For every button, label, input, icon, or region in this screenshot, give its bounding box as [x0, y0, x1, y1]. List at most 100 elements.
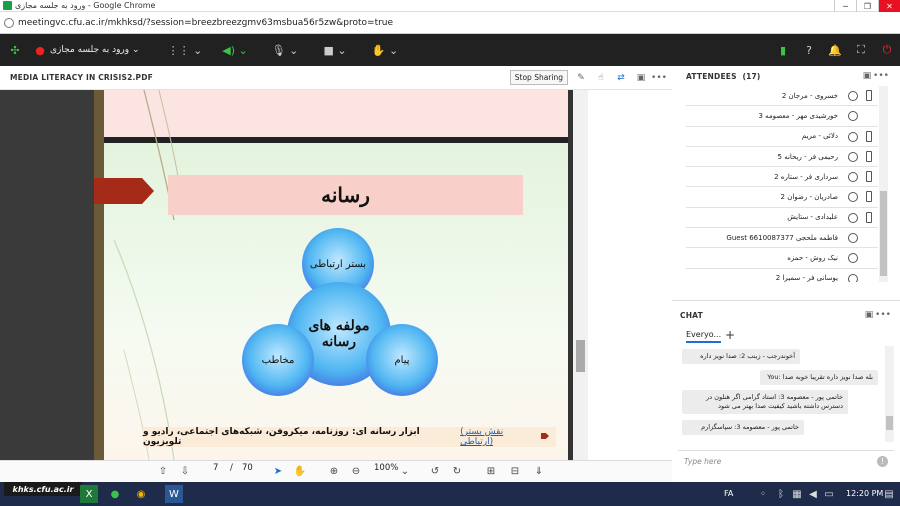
- attendee-name: سرداری فر - ستاره 2: [774, 172, 838, 181]
- attendee-row[interactable]: خسروی - مرجان 2: [686, 86, 878, 107]
- phone-icon: [866, 130, 872, 142]
- chat-tab-everyone[interactable]: Everyo...: [686, 330, 722, 343]
- attendee-row[interactable]: یوسانی فر - سمیرا 2: [686, 269, 878, 282]
- connection-signal-icon: ▮: [779, 43, 787, 57]
- attendees-title: ATTENDEES: [686, 71, 737, 81]
- pointer-icon[interactable]: ☝: [594, 71, 608, 85]
- chat-title: CHAT: [680, 310, 703, 320]
- pencil-icon[interactable]: ✎: [574, 71, 588, 85]
- input-language[interactable]: FA: [724, 489, 733, 498]
- chat-input[interactable]: Type here !: [678, 450, 894, 472]
- attendee-name: دلائی - مریم: [801, 132, 838, 141]
- attendee-row[interactable]: نیک روش - حمزه: [686, 248, 878, 269]
- meeting-menu[interactable]: ورود به جلسه مجازی ⌄: [50, 34, 160, 66]
- attendee-name: Guest فاطمه ملحجی 6610087377: [726, 233, 838, 242]
- add-chat-tab-icon[interactable]: +: [725, 328, 735, 342]
- maximize-icon[interactable]: ▣: [634, 71, 648, 85]
- rotate-right-icon[interactable]: ↻: [450, 464, 464, 478]
- attendees-header: ATTENDEES (17) ▣ •••: [686, 66, 889, 86]
- power-icon[interactable]: ⏻: [874, 34, 900, 66]
- address-bar[interactable]: meetingvc.cfu.ac.ir/mkhksd/?session=bree…: [0, 12, 900, 34]
- media-panel-title: MEDIA LITERACY IN CRISIS2.PDF: [10, 73, 154, 82]
- action-center-icon[interactable]: ▤: [880, 485, 898, 503]
- zoom-dropdown-icon[interactable]: ⌄: [398, 464, 412, 478]
- page-down-icon[interactable]: ⇩: [178, 464, 192, 478]
- chrome-icon[interactable]: ◉: [132, 485, 150, 503]
- current-page[interactable]: 7: [213, 463, 218, 473]
- url-text: meetingvc.cfu.ac.ir/mkhksd/?session=bree…: [18, 17, 394, 28]
- more-options-icon[interactable]: •••: [873, 69, 889, 83]
- attendees-list: خسروی - مرجان 2 خورشیدی مهر - معصومه 3 دلا…: [686, 86, 878, 282]
- camera-icon[interactable]: ■ ⌄: [310, 34, 360, 66]
- speaker-icon[interactable]: ◀) ⌄: [210, 34, 260, 66]
- tray-icon[interactable]: ◦: [754, 485, 772, 503]
- microphone-icon[interactable]: 🎙 ⌄: [260, 34, 310, 66]
- chat-message: آخوندرجب - زینب 2: صدا نویز داره: [682, 349, 800, 364]
- chat-scrollbar-thumb[interactable]: [886, 416, 893, 430]
- slide-footnote: ابزار رسانه ای: روزنامه، میکروفن، شبکه‌ه…: [143, 427, 556, 447]
- chat-scrollbar[interactable]: [885, 346, 894, 442]
- slide-arrow-shape: [94, 178, 154, 204]
- chat-messages: آخوندرجب - زینب 2: صدا نویز داره You: بل…: [680, 346, 884, 442]
- pointer-tool-icon[interactable]: ➤: [271, 464, 285, 478]
- rotate-left-icon[interactable]: ↺: [428, 464, 442, 478]
- meeting-label: ورود به جلسه مجازی: [50, 45, 130, 55]
- footnote-link[interactable]: (نقش بستر ارتباطی): [460, 427, 538, 447]
- attendees-scrollbar-thumb[interactable]: [880, 191, 887, 276]
- word-icon[interactable]: W: [165, 485, 183, 503]
- notifications-icon[interactable]: 🔔: [822, 34, 848, 66]
- fit-page-icon[interactable]: ⊞: [484, 464, 498, 478]
- attendees-count: (17): [742, 71, 761, 81]
- layouts-icon[interactable]: ⋮⋮ ⌄: [160, 34, 210, 66]
- adobe-connect-logo-icon: ✣: [10, 43, 20, 57]
- hand-tool-icon[interactable]: ✋: [293, 464, 307, 478]
- globe-icon: [848, 151, 858, 162]
- attendee-row[interactable]: Guest فاطمه ملحجی 6610087377: [686, 228, 878, 249]
- minimize-icon[interactable]: ─: [834, 0, 856, 12]
- stop-sharing-button[interactable]: Stop Sharing: [509, 70, 568, 85]
- slide-scrollbar[interactable]: [573, 90, 588, 460]
- fullscreen-icon[interactable]: ⛶: [848, 34, 874, 66]
- fit-width-icon[interactable]: ⊟: [508, 464, 522, 478]
- attendee-row[interactable]: علیدادی - ستایش: [686, 208, 878, 229]
- clock[interactable]: 12:20 PM: [846, 489, 883, 498]
- circle-audience: مخاطب: [242, 324, 314, 396]
- globe-icon: [848, 253, 858, 264]
- site-info-icon[interactable]: [4, 17, 14, 28]
- attendees-scrollbar[interactable]: [879, 86, 888, 282]
- recording-icon: ●: [35, 43, 45, 57]
- battery-icon[interactable]: ▭: [820, 485, 838, 503]
- circle-message: پیام: [366, 324, 438, 396]
- phone-icon: [866, 171, 872, 183]
- page-up-icon[interactable]: ⇧: [156, 464, 170, 478]
- attendee-row[interactable]: دلائی - مریم: [686, 127, 878, 147]
- slide-scrollbar-thumb[interactable]: [576, 340, 585, 372]
- restore-icon[interactable]: ❐: [856, 0, 878, 12]
- excel-icon[interactable]: X: [80, 485, 98, 503]
- emoji-icon[interactable]: !: [877, 456, 888, 467]
- phone-icon: [866, 90, 872, 101]
- footnote-text: ابزار رسانه ای: روزنامه، میکروفن، شبکه‌ه…: [143, 427, 420, 447]
- download-icon[interactable]: ⇓: [532, 464, 546, 478]
- attendee-row[interactable]: خورشیدی مهر - معصومه 3: [686, 106, 878, 127]
- attendee-row[interactable]: سرداری فر - ستاره 2: [686, 167, 878, 188]
- maximize-icon[interactable]: ▣: [860, 69, 874, 83]
- zoom-in-icon[interactable]: ⊕: [327, 464, 341, 478]
- window-title: ورود به جلسه مجازی - Google Chrome: [15, 1, 156, 10]
- connect-app-icon[interactable]: ●: [106, 485, 124, 503]
- globe-icon: [848, 212, 858, 223]
- raise-hand-icon[interactable]: ✋ ⌄: [360, 34, 410, 66]
- close-icon[interactable]: ✕: [878, 0, 900, 12]
- attendee-name: نیک روش - حمزه: [787, 254, 838, 263]
- chat-message: خاتمی پور - معصومه 3: استاد گرامی اگر هن…: [682, 390, 848, 414]
- help-icon[interactable]: ?: [796, 34, 822, 66]
- zoom-level[interactable]: 100%: [374, 463, 398, 473]
- zoom-out-icon[interactable]: ⊖: [349, 464, 363, 478]
- attendee-row[interactable]: صادریان - رضوان 2: [686, 187, 878, 208]
- maximize-icon[interactable]: ▣: [862, 308, 876, 322]
- more-options-icon[interactable]: •••: [651, 71, 667, 85]
- more-options-icon[interactable]: •••: [875, 308, 891, 322]
- attendee-row[interactable]: رحیمی فر - ریحانه 5: [686, 147, 878, 168]
- browser-title-bar: ورود به جلسه مجازی - Google Chrome ─ ❐ ✕: [0, 0, 900, 12]
- sync-icon[interactable]: ⇄: [614, 71, 628, 85]
